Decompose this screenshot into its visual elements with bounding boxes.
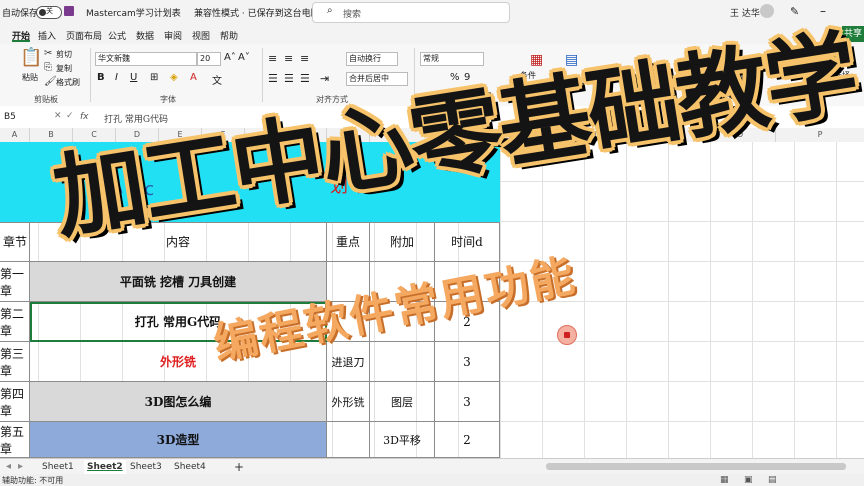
sheet-tab-active[interactable]: Sheet2 (84, 460, 126, 474)
table-cell[interactable]: 第五章 (0, 422, 30, 458)
bold-icon[interactable]: B (97, 72, 105, 83)
autosave-toggle-label: 关 (46, 7, 53, 15)
search-box[interactable]: ⌕ 搜索 (312, 2, 510, 23)
phonetic-icon[interactable]: 文 (212, 72, 222, 87)
paste-icon[interactable]: 📋 (20, 49, 42, 67)
table-cell[interactable]: 外形铣 (327, 382, 370, 422)
table-cell[interactable]: 第二章 (0, 302, 30, 342)
next-sheet-icon[interactable]: ▸ (18, 460, 23, 474)
table-cell[interactable] (370, 342, 435, 382)
shrink-font-icon[interactable]: A˅ (238, 52, 250, 63)
prev-sheet-icon[interactable]: ◂ (6, 460, 11, 474)
clipboard-group-label: 剪贴板 (34, 95, 58, 104)
confirm-icon[interactable]: ✓ (66, 111, 74, 121)
fill-color-icon[interactable]: ◈ (170, 72, 178, 83)
sheet-tab[interactable]: Sheet3 (130, 460, 162, 474)
autosave-label: 自动保存 (2, 9, 39, 19)
tab-page-layout[interactable]: 页面布局 (66, 29, 102, 42)
tab-data[interactable]: 数据 (136, 29, 154, 42)
document-mode[interactable]: 兼容性模式 · 已保存到这台电脑 (194, 6, 320, 19)
status-bar: 辅助功能: 不可用 ▦ ▣ ▤ (0, 474, 864, 486)
copy-button[interactable]: 复制 (56, 63, 72, 74)
search-placeholder: 搜索 (343, 10, 362, 20)
page-break-icon[interactable]: ▤ (768, 475, 777, 485)
align-bottom-icon[interactable]: ≡ (300, 52, 309, 65)
wrap-text-button[interactable]: 自动换行 (346, 52, 398, 66)
mouse-cursor-indicator (557, 325, 577, 345)
tab-insert[interactable]: 插入 (38, 29, 56, 42)
add-sheet-button[interactable]: + (234, 460, 244, 474)
align-middle-icon[interactable]: ≡ (284, 52, 293, 65)
accessibility-status[interactable]: 辅助功能: 不可用 (2, 475, 63, 486)
grow-font-icon[interactable]: A˄ (224, 52, 236, 63)
table-cell[interactable] (327, 422, 370, 458)
scissors-icon[interactable]: ✂ (44, 48, 52, 60)
table-cell[interactable]: 第四章 (0, 382, 30, 422)
align-center-icon[interactable]: ☰ (284, 72, 294, 85)
ribbon-divider (90, 48, 91, 102)
font-name-select[interactable]: 华文新魏 (95, 52, 197, 66)
paste-button[interactable]: 粘贴 (22, 72, 38, 83)
copy-icon[interactable]: ⎘ (44, 62, 52, 74)
italic-icon[interactable]: I (115, 72, 118, 83)
align-left-icon[interactable]: ☰ (268, 72, 278, 85)
underline-icon[interactable]: U (130, 72, 137, 83)
sheet-tab[interactable]: Sheet1 (42, 460, 74, 474)
normal-view-icon[interactable]: ▦ (720, 475, 729, 485)
chevron-down-icon[interactable]: ⌄ (276, 5, 284, 15)
table-cell[interactable]: 3D平移 (370, 422, 435, 458)
sheet-tab-bar: ◂ ▸ Sheet1 Sheet2 Sheet3 Sheet4 + (0, 458, 864, 475)
page-layout-icon[interactable]: ▣ (744, 475, 753, 485)
font-size-select[interactable]: 20 (197, 52, 221, 66)
table-cell[interactable]: 3D造型 (30, 422, 327, 458)
horizontal-scrollbar[interactable] (546, 463, 846, 470)
font-group-label: 字体 (160, 95, 176, 104)
table-cell[interactable]: 2 (435, 422, 500, 458)
format-painter-button[interactable]: 格式刷 (56, 77, 80, 88)
tab-formulas[interactable]: 公式 (108, 29, 126, 42)
save-icon[interactable] (64, 6, 74, 16)
table-cell[interactable]: 3 (435, 382, 500, 422)
sheet-tab[interactable]: Sheet4 (174, 460, 206, 474)
align-top-icon[interactable]: ≡ (268, 52, 277, 65)
header-cell[interactable]: 附加 (370, 222, 435, 262)
font-color-icon[interactable]: A (190, 72, 197, 83)
table-cell[interactable]: 图层 (370, 382, 435, 422)
search-icon: ⌕ (327, 5, 333, 16)
header-cell[interactable]: 章节 (0, 222, 30, 262)
tab-help[interactable]: 帮助 (220, 29, 238, 42)
cancel-icon[interactable]: ✕ (54, 111, 62, 121)
tab-view[interactable]: 视图 (192, 29, 210, 42)
table-cell[interactable]: 第三章 (0, 342, 30, 382)
header-cell[interactable]: 时间d (435, 222, 500, 262)
column-header[interactable]: A (0, 128, 30, 142)
cut-button[interactable]: 剪切 (56, 49, 72, 60)
table-cell[interactable]: 第一章 (0, 262, 30, 302)
tab-review[interactable]: 审阅 (164, 29, 182, 42)
table-cell[interactable]: 3 (435, 342, 500, 382)
table-cell[interactable]: 3D图怎么编 (30, 382, 327, 422)
active-tab-underline (12, 40, 30, 42)
brush-icon[interactable]: 🖌 (44, 76, 57, 88)
document-title: Mastercam学习计划表 (86, 9, 181, 19)
name-box[interactable]: B5 (4, 112, 16, 122)
border-icon[interactable]: ⊞ (150, 72, 158, 83)
